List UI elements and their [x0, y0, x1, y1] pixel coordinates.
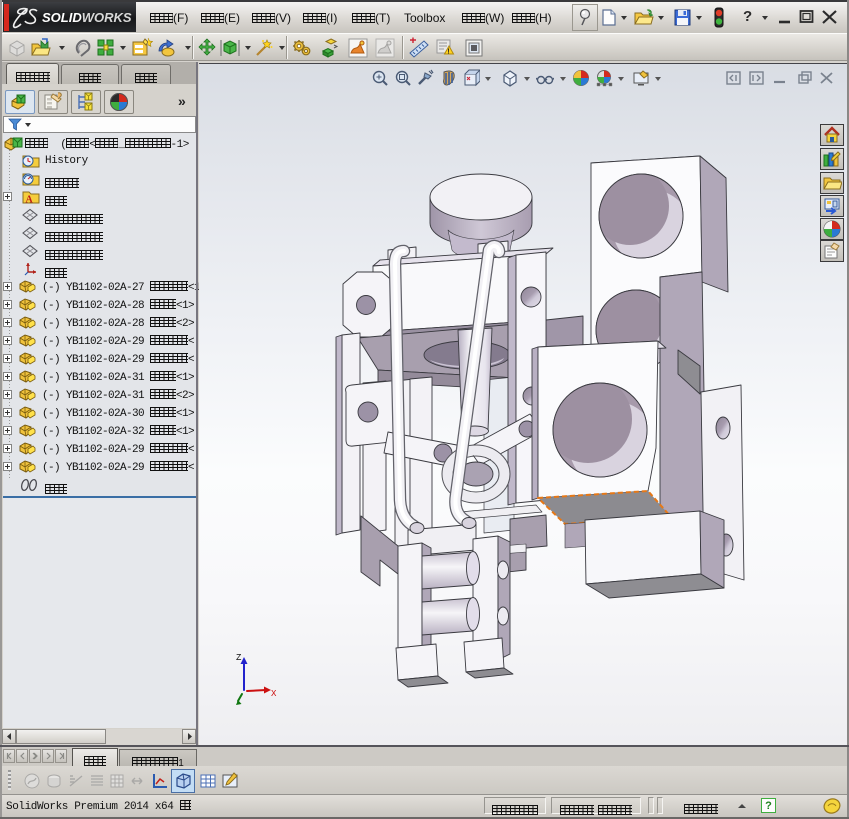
svg-text:A: A	[26, 195, 34, 205]
svg-text:SOLIDWORKS: SOLIDWORKS	[42, 10, 132, 25]
svg-text:!: !	[447, 48, 449, 55]
svg-text:Z: Z	[236, 653, 242, 663]
svg-text:X: X	[271, 689, 277, 699]
